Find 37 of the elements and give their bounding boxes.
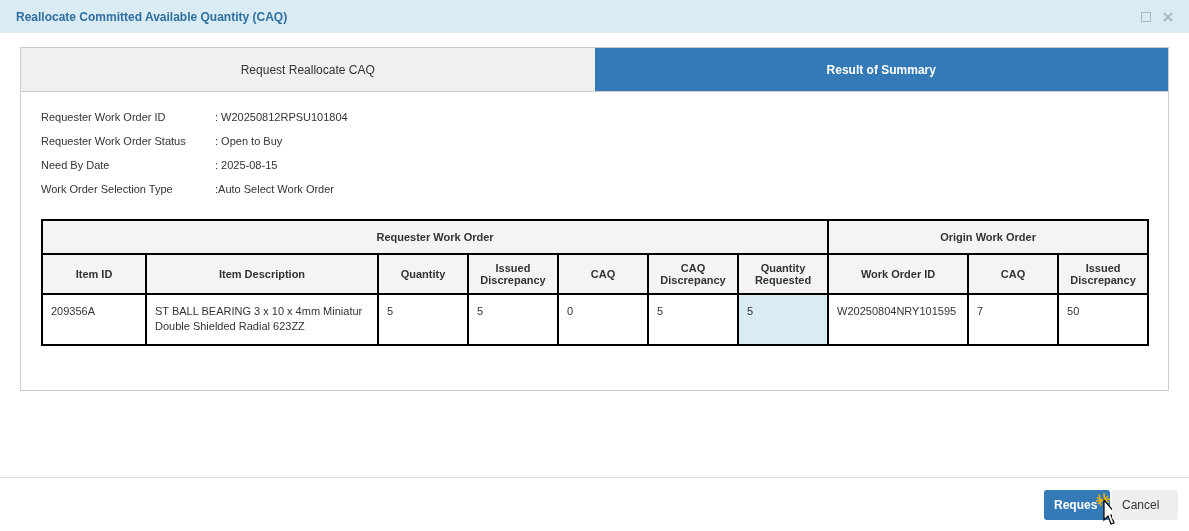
window-title: Reallocate Committed Available Quantity (CAQ) bbox=[16, 9, 288, 24]
table-cell: 5 bbox=[468, 294, 558, 345]
column-header: CAQ Discrepancy bbox=[648, 254, 738, 294]
table-cell: 5 bbox=[378, 294, 468, 345]
field-value: : Open to Buy bbox=[215, 134, 284, 149]
column-header: Issued Discrepancy bbox=[1058, 254, 1149, 294]
tab[interactable]: Result of Summary bbox=[594, 48, 1168, 92]
field-label: Need By Date bbox=[41, 158, 111, 173]
group-header: Origin Work Order bbox=[828, 220, 1149, 254]
table-cell: 0 bbox=[558, 294, 648, 345]
tab[interactable]: Request Reallocate CAQ bbox=[21, 48, 595, 92]
column-header: Item Description bbox=[146, 254, 378, 294]
column-header: Quantity bbox=[378, 254, 468, 294]
group-header: Requester Work Order bbox=[42, 220, 829, 254]
table-cell: 5 bbox=[648, 294, 738, 345]
table-cell: 209356A bbox=[42, 294, 146, 345]
table-cell: ST BALL BEARING 3 x 10 x 4mm Miniatur Double Shielded Radial 623ZZ bbox=[146, 294, 378, 345]
cancel-button[interactable]: Cancel bbox=[1112, 489, 1178, 520]
column-header: Issued Discrepancy bbox=[468, 254, 558, 294]
field-label: Requester Work Order ID bbox=[41, 110, 167, 125]
maximize-icon[interactable] bbox=[1141, 11, 1151, 22]
column-header: Quantity Requested bbox=[738, 254, 829, 294]
column-header: Work Order ID bbox=[828, 254, 969, 294]
field-label: Work Order Selection Type bbox=[41, 182, 174, 197]
field-label: Requester Work Order Status bbox=[41, 134, 187, 149]
column-header: Item ID bbox=[42, 254, 146, 294]
close-icon[interactable] bbox=[1163, 11, 1173, 22]
table-cell: 7 bbox=[968, 294, 1059, 345]
field-value: : W20250812RPSU101804 bbox=[215, 110, 349, 125]
table-cell: 50 bbox=[1058, 294, 1149, 345]
request-button[interactable]: Reques bbox=[1044, 489, 1110, 520]
column-header: CAQ bbox=[968, 254, 1059, 294]
field-value: : 2025-08-15 bbox=[215, 158, 279, 173]
table-cell: W20250804NRY101595 bbox=[828, 294, 969, 345]
column-header: CAQ bbox=[558, 254, 648, 294]
field-value: :Auto Select Work Order bbox=[215, 182, 335, 197]
table-cell: 5 bbox=[738, 294, 829, 345]
